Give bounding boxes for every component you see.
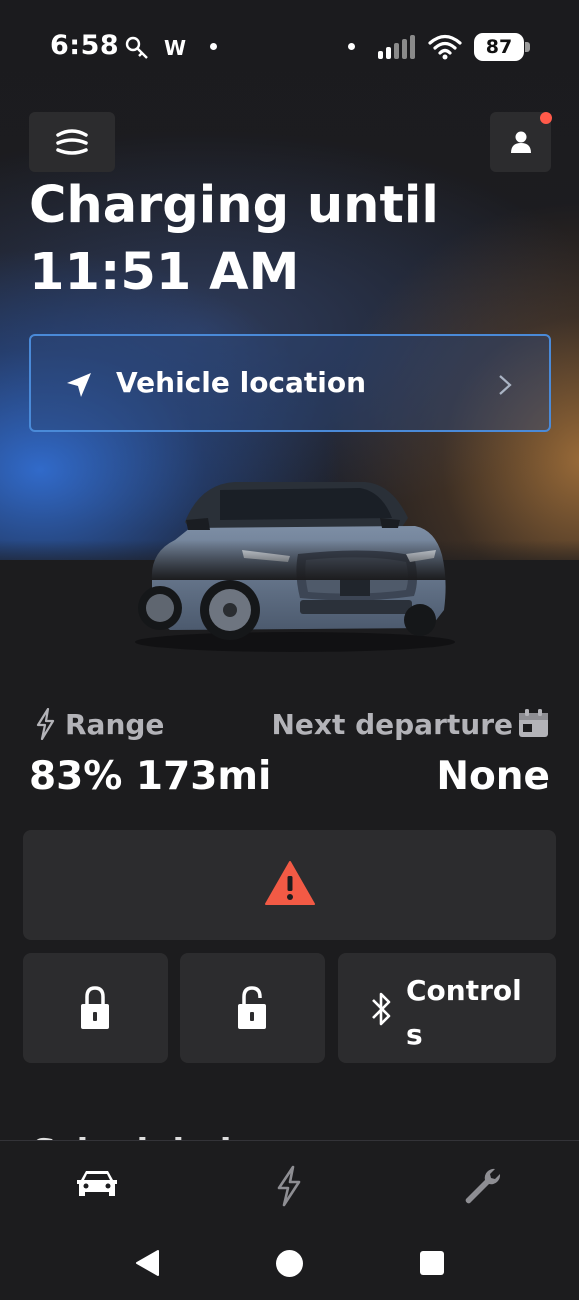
wifi-icon: [428, 34, 462, 60]
notification-dot-icon: [210, 43, 217, 50]
range-label: Range: [65, 708, 165, 741]
calendar-icon[interactable]: [518, 708, 549, 738]
charging-title: Charging until 11:51 AM: [0, 181, 579, 301]
vehicle-location-button[interactable]: Vehicle location: [29, 334, 551, 432]
controls-label: Controls: [406, 974, 522, 1051]
tab-service[interactable]: [462, 1165, 504, 1207]
vehicle-menu-button[interactable]: [29, 112, 115, 172]
next-departure-value: None: [436, 754, 550, 799]
person-icon: [510, 131, 531, 153]
key-icon: [125, 36, 148, 59]
status-bar: 6:58 W 87: [0, 0, 579, 95]
warning-icon: [265, 861, 315, 905]
back-icon[interactable]: [134, 1249, 160, 1277]
app-notification-icon: W: [164, 36, 187, 60]
title-line-2: 11:51 AM: [29, 243, 300, 301]
hero-fade: [0, 540, 579, 580]
section-header-peek: Scheduled: [0, 1110, 579, 1140]
lock-button[interactable]: [23, 953, 168, 1063]
section-title: Scheduled: [32, 1132, 232, 1140]
status-time: 6:58: [50, 30, 120, 61]
controls-button[interactable]: Controls: [338, 953, 556, 1063]
alert-tile[interactable]: [23, 830, 556, 940]
home-icon[interactable]: [276, 1250, 303, 1277]
battery-indicator: 87: [474, 33, 530, 61]
bottom-tab-bar: [0, 1140, 579, 1232]
vehicle-location-label: Vehicle location: [116, 366, 367, 399]
signal-icon: [378, 35, 415, 59]
notification-dot-icon: [348, 43, 355, 50]
lightning-bolt-icon: [36, 708, 55, 740]
lock-icon: [81, 986, 109, 1029]
tab-vehicle[interactable]: [75, 1168, 119, 1202]
next-departure-label[interactable]: Next departure: [271, 708, 513, 741]
car-menu-icon: [56, 129, 88, 155]
bluetooth-icon: [372, 992, 391, 1026]
battery-level: 87: [474, 33, 524, 61]
battery-tip: [525, 42, 530, 52]
chevron-right-icon: [499, 375, 512, 395]
tab-charge[interactable]: [274, 1165, 304, 1207]
notification-badge: [540, 112, 552, 124]
navigation-arrow-icon: [67, 373, 91, 397]
system-navigation-bar: [0, 1232, 579, 1300]
range-value: 83% 173mi: [29, 754, 272, 799]
unlock-button[interactable]: [180, 953, 325, 1063]
unlock-icon: [238, 986, 266, 1029]
title-line-1: Charging until: [29, 181, 439, 235]
recents-icon[interactable]: [420, 1251, 444, 1275]
